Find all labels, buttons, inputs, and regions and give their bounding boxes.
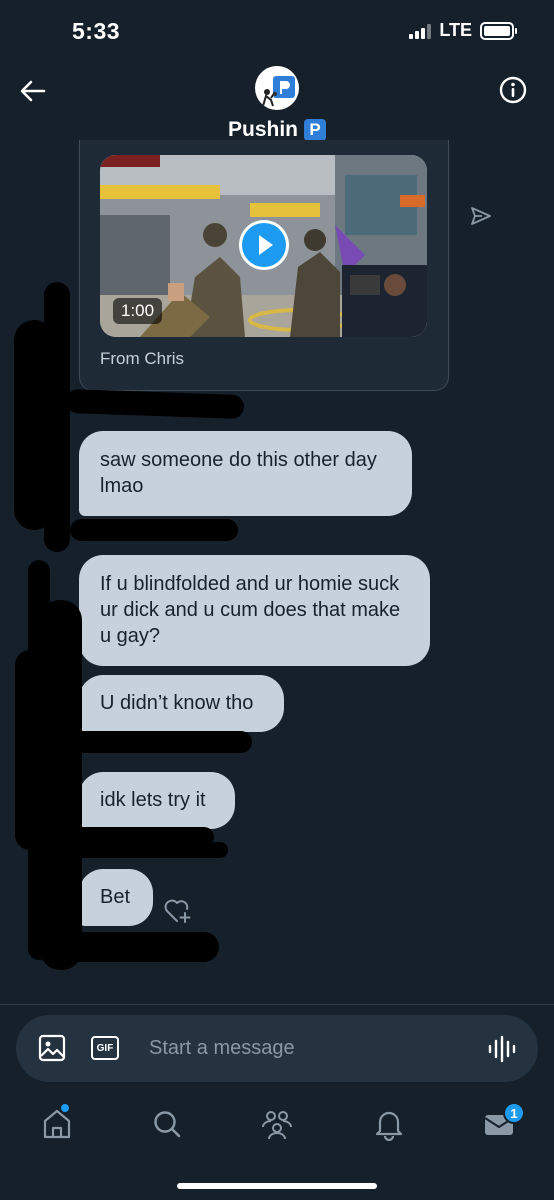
message-bubble[interactable]: If u blindfolded and ur homie suck ur di… xyxy=(79,555,430,666)
search-icon[interactable] xyxy=(150,1107,184,1141)
p-badge-icon: P xyxy=(304,119,326,141)
avatar[interactable] xyxy=(255,66,299,110)
play-icon xyxy=(242,223,286,267)
message-bubble[interactable]: saw someone do this other day lmao xyxy=(79,431,412,516)
battery-icon xyxy=(480,21,517,40)
message-bubble[interactable]: idk lets try it xyxy=(79,772,235,829)
voice-icon[interactable] xyxy=(486,1034,518,1064)
react-heart-icon[interactable] xyxy=(163,897,193,925)
image-icon[interactable] xyxy=(38,1034,66,1062)
message-input[interactable]: Start a message xyxy=(149,1037,295,1060)
message-bubble[interactable]: Bet xyxy=(79,869,153,926)
send-icon[interactable] xyxy=(469,204,493,228)
home-indicator xyxy=(177,1183,377,1189)
video-caption: From Chris xyxy=(100,349,185,368)
status-indicators: LTE xyxy=(409,20,517,41)
home-icon[interactable] xyxy=(40,1107,74,1141)
home-notification-dot xyxy=(61,1104,69,1112)
gif-icon[interactable]: GIF xyxy=(91,1036,119,1060)
video-duration: 1:00 xyxy=(113,298,163,324)
signal-icon xyxy=(409,23,432,39)
conversation-title[interactable]: Pushin P xyxy=(0,118,554,142)
back-arrow-icon[interactable] xyxy=(18,76,48,106)
message-bubble[interactable]: U didn’t know tho xyxy=(79,675,284,732)
play-button[interactable] xyxy=(239,220,289,270)
compose-divider xyxy=(0,1004,554,1005)
communities-icon[interactable] xyxy=(260,1107,294,1141)
status-time: 5:33 xyxy=(72,18,121,44)
notifications-icon[interactable] xyxy=(372,1107,406,1141)
gif-label: GIF xyxy=(96,1042,114,1054)
network-type: LTE xyxy=(439,20,472,40)
contact-name: Pushin xyxy=(227,118,298,141)
info-icon[interactable] xyxy=(499,76,527,104)
messages-badge: 1 xyxy=(503,1102,525,1124)
